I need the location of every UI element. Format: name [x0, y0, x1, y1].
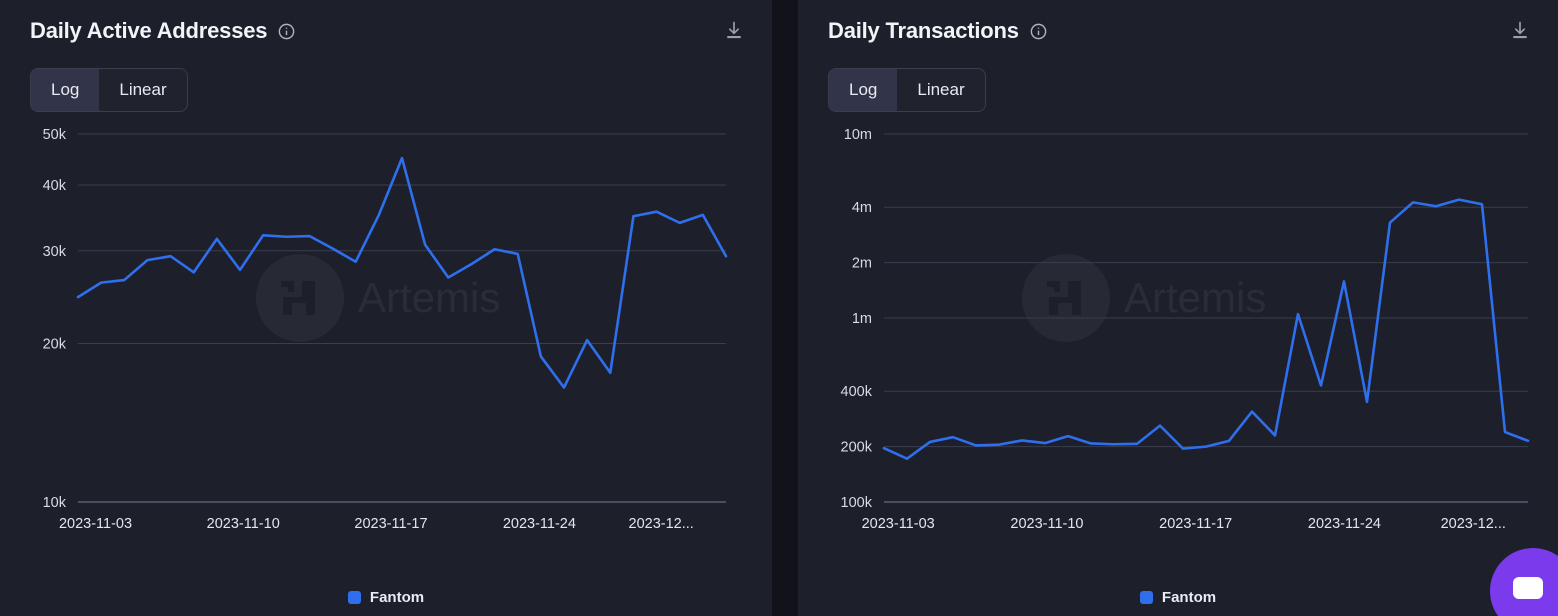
toggle-log-left[interactable]: Log	[31, 69, 100, 111]
chart-area-left: Artemis 10k 20k 30k 40k 50k 2023-11-03 2023-11-…	[0, 126, 772, 566]
svg-text:2023-12...: 2023-12...	[629, 516, 694, 532]
svg-text:50k: 50k	[43, 127, 67, 143]
info-circle-icon[interactable]	[1029, 22, 1048, 41]
svg-text:40k: 40k	[43, 178, 67, 194]
svg-text:2023-11-17: 2023-11-17	[354, 516, 427, 532]
svg-text:20k: 20k	[43, 337, 67, 353]
line-chart-daily-active-addresses[interactable]: Artemis 10k 20k 30k 40k 50k 2023-11-03 2023-11-…	[0, 126, 772, 566]
legend-label-fantom: Fantom	[1161, 589, 1217, 606]
toggle-log-right[interactable]: Log	[829, 69, 898, 111]
toggle-linear-right[interactable]: Linear	[897, 69, 984, 111]
line-chart-daily-transactions[interactable]: Artemis 100k 200k 400k 1m 2m 4m 10m 2023-11-03 20…	[798, 126, 1558, 566]
info-circle-icon[interactable]	[277, 22, 296, 41]
toggle-linear-left[interactable]: Linear	[99, 69, 186, 111]
chat-glyph	[1513, 577, 1543, 599]
panel-header: Daily Active Addresses	[0, 0, 772, 46]
panel-divider	[772, 0, 798, 616]
charts-dashboard: Daily Active Addresses Log Linear Artemi…	[0, 0, 1558, 616]
download-icon[interactable]	[1506, 16, 1534, 44]
svg-text:2023-11-24: 2023-11-24	[503, 516, 576, 532]
svg-text:Artemis: Artemis	[358, 274, 500, 321]
svg-text:100k: 100k	[841, 495, 873, 511]
page-title: Daily Transactions	[828, 18, 1019, 43]
download-icon[interactable]	[720, 16, 748, 44]
svg-text:1m: 1m	[852, 311, 872, 327]
svg-text:2023-12...: 2023-12...	[1441, 516, 1506, 532]
svg-text:200k: 200k	[841, 440, 873, 456]
page-title: Daily Active Addresses	[30, 18, 268, 43]
chart-panel-daily-active-addresses: Daily Active Addresses Log Linear Artemi…	[0, 0, 772, 616]
svg-text:2023-11-24: 2023-11-24	[1308, 516, 1381, 532]
scale-toggle-group-right[interactable]: Log Linear	[828, 68, 986, 112]
chart-area-right: Artemis 100k 200k 400k 1m 2m 4m 10m 2023-11-03 20…	[798, 126, 1558, 566]
svg-text:10m: 10m	[844, 127, 872, 143]
chart-legend-right: Fantom	[798, 589, 1558, 606]
svg-text:30k: 30k	[43, 244, 67, 260]
title-row: Daily Transactions	[828, 16, 1048, 46]
legend-swatch-fantom	[1139, 591, 1153, 604]
chart-panel-daily-transactions: Daily Transactions Log Linear Artemis 10…	[798, 0, 1558, 616]
svg-text:2023-11-10: 2023-11-10	[207, 516, 280, 532]
svg-text:10k: 10k	[43, 495, 67, 511]
svg-text:2023-11-03: 2023-11-03	[862, 516, 935, 532]
chart-legend-left: Fantom	[0, 589, 772, 606]
title-row: Daily Active Addresses	[30, 16, 296, 46]
svg-text:4m: 4m	[852, 200, 872, 216]
panel-header: Daily Transactions	[798, 0, 1558, 46]
legend-swatch-fantom	[347, 591, 361, 604]
legend-label-fantom: Fantom	[369, 589, 425, 606]
scale-toggle-group-left[interactable]: Log Linear	[30, 68, 188, 112]
svg-text:2023-11-17: 2023-11-17	[1159, 516, 1232, 532]
svg-text:2m: 2m	[852, 256, 872, 272]
svg-text:Artemis: Artemis	[1124, 274, 1266, 321]
svg-text:400k: 400k	[841, 384, 873, 400]
svg-text:2023-11-10: 2023-11-10	[1010, 516, 1083, 532]
svg-text:2023-11-03: 2023-11-03	[59, 516, 132, 532]
